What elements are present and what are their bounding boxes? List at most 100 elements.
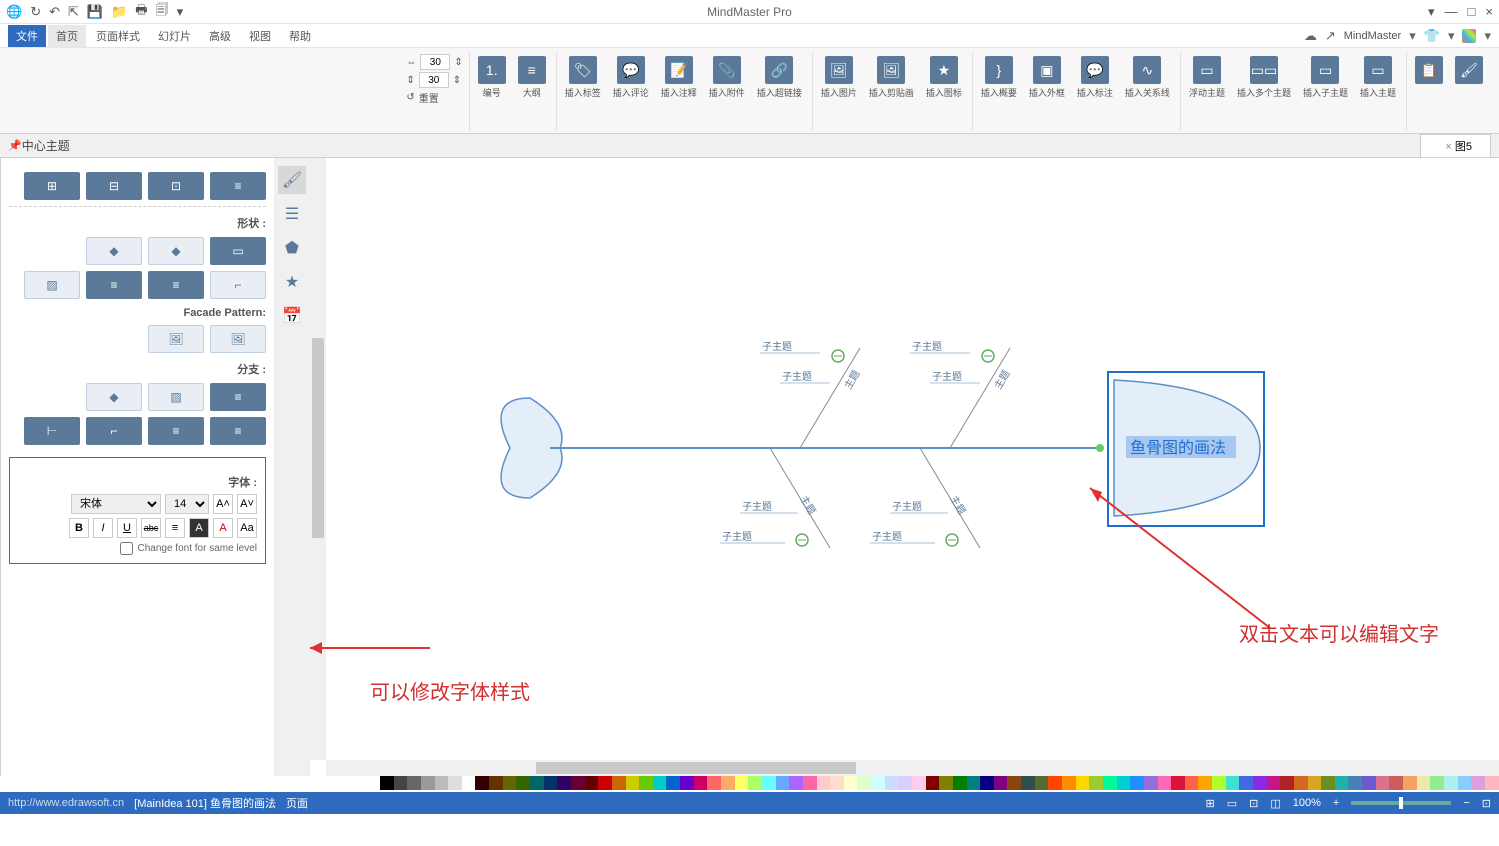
color-swatch[interactable] xyxy=(1089,776,1103,790)
color-swatch[interactable] xyxy=(939,776,953,790)
color-swatch[interactable] xyxy=(1485,776,1499,790)
case-button[interactable]: Aa xyxy=(237,518,257,538)
color-swatch[interactable] xyxy=(830,776,844,790)
color-swatch[interactable] xyxy=(1226,776,1240,790)
branch-opt-7[interactable]: ≡ xyxy=(210,417,266,445)
insert-attachment-button[interactable]: 📎插入附件 xyxy=(705,54,749,101)
color-swatch[interactable] xyxy=(666,776,680,790)
globe-icon[interactable]: 🌐 xyxy=(6,4,22,20)
format-painter-button[interactable]: 🖌 xyxy=(1451,54,1487,86)
insert-note-button[interactable]: 📝插入注释 xyxy=(657,54,701,101)
tab-pagestyle[interactable]: 页面样式 xyxy=(88,25,148,47)
color-swatch[interactable] xyxy=(967,776,981,790)
pin-icon[interactable]: 📌 xyxy=(8,139,22,152)
window-dropdown[interactable]: ▾ xyxy=(1428,4,1435,20)
new-icon[interactable]: 🗐 xyxy=(156,1,169,23)
color-swatch[interactable] xyxy=(912,776,926,790)
cloud-icon[interactable]: ☁ xyxy=(1304,28,1317,44)
color-swatch[interactable] xyxy=(475,776,489,790)
color-swatch[interactable] xyxy=(789,776,803,790)
font-size-select[interactable]: 14 xyxy=(165,494,209,514)
color-swatch[interactable] xyxy=(1253,776,1267,790)
color-swatch[interactable] xyxy=(1076,776,1090,790)
color-swatch[interactable] xyxy=(394,776,408,790)
bold-button[interactable]: B xyxy=(69,518,89,538)
color-swatch[interactable] xyxy=(489,776,503,790)
color-swatch[interactable] xyxy=(1117,776,1131,790)
insert-icon-button[interactable]: ★插入图标 xyxy=(922,54,966,101)
color-swatch[interactable] xyxy=(1430,776,1444,790)
hspacing-input[interactable] xyxy=(420,54,450,70)
color-swatch[interactable] xyxy=(421,776,435,790)
color-swatch[interactable] xyxy=(1335,776,1349,790)
save-icon[interactable]: 💾 xyxy=(87,4,103,20)
color-swatch[interactable] xyxy=(980,776,994,790)
layout-style-4[interactable]: ≡ xyxy=(210,172,266,200)
color-swatch[interactable] xyxy=(1403,776,1417,790)
color-swatch[interactable] xyxy=(885,776,899,790)
insert-clipart-button[interactable]: 🖼插入剪贴画 xyxy=(865,54,918,101)
color-swatch[interactable] xyxy=(1294,776,1308,790)
dropdown-icon[interactable]: ▾ xyxy=(177,4,184,20)
dropdown3-icon[interactable]: ▾ xyxy=(1448,28,1455,44)
underline-button[interactable]: U xyxy=(117,518,137,538)
shape-opt-6[interactable]: ≡ xyxy=(148,271,204,299)
shape-opt-3[interactable]: ▭ xyxy=(210,237,266,265)
insert-hyperlink-button[interactable]: 🔗插入超链接 xyxy=(753,54,806,101)
color-swatch[interactable] xyxy=(1171,776,1185,790)
color-swatch[interactable] xyxy=(844,776,858,790)
color-palette-bar[interactable] xyxy=(0,776,1499,792)
outline-button[interactable]: ≡大纲 xyxy=(514,54,550,101)
status-icon-2[interactable]: ▭ xyxy=(1227,797,1237,810)
font-decrease-button[interactable]: A˅ xyxy=(237,494,257,514)
color-swatch[interactable] xyxy=(1239,776,1253,790)
color-swatch[interactable] xyxy=(871,776,885,790)
strike-button[interactable]: abc xyxy=(141,518,161,538)
facade-opt-1[interactable]: 🖼 xyxy=(148,325,204,353)
color-swatch[interactable] xyxy=(707,776,721,790)
color-swatch[interactable] xyxy=(857,776,871,790)
color-swatch[interactable] xyxy=(994,776,1008,790)
color-swatch[interactable] xyxy=(626,776,640,790)
zoom-slider[interactable] xyxy=(1351,801,1451,805)
layout-style-1[interactable]: ⊞ xyxy=(24,172,80,200)
color-swatch[interactable] xyxy=(571,776,585,790)
color-swatch[interactable] xyxy=(639,776,653,790)
color-swatch[interactable] xyxy=(776,776,790,790)
color-swatch[interactable] xyxy=(1267,776,1281,790)
tab-view[interactable]: 视图 xyxy=(241,25,279,47)
color-swatch[interactable] xyxy=(1348,776,1362,790)
layout-style-2[interactable]: ⊟ xyxy=(86,172,142,200)
status-icon-1[interactable]: ⊞ xyxy=(1206,797,1215,810)
status-url[interactable]: http://www.edrawsoft.cn xyxy=(8,797,124,809)
facade-opt-2[interactable]: 🖼 xyxy=(210,325,266,353)
color-swatch[interactable] xyxy=(1458,776,1472,790)
color-swatch[interactable] xyxy=(598,776,612,790)
status-icon-4[interactable]: ◫ xyxy=(1270,797,1280,810)
print-icon[interactable]: 🖶 xyxy=(135,1,147,23)
color-swatch[interactable] xyxy=(803,776,817,790)
color-swatch[interactable] xyxy=(1185,776,1199,790)
color-swatch[interactable] xyxy=(1048,776,1062,790)
insert-subtopic-button[interactable]: ▭插入子主题 xyxy=(1299,54,1352,101)
float-topic-button[interactable]: ▭浮动主题 xyxy=(1185,54,1229,101)
tab-file[interactable]: 文件 xyxy=(8,25,46,47)
color-swatch[interactable] xyxy=(1035,776,1049,790)
redo-icon[interactable]: ↻ xyxy=(30,4,41,20)
color-swatch[interactable] xyxy=(530,776,544,790)
insert-image-button[interactable]: 🖼插入图片 xyxy=(817,54,861,101)
insert-topic-button[interactable]: ▭插入主题 xyxy=(1356,54,1400,101)
numbering-button[interactable]: 1.编号 xyxy=(474,54,510,101)
color-swatch[interactable] xyxy=(1417,776,1431,790)
shape-opt-4[interactable]: ▨ xyxy=(24,271,80,299)
color-swatch[interactable] xyxy=(407,776,421,790)
insert-summary-button[interactable]: }插入概要 xyxy=(977,54,1021,101)
color-swatch[interactable] xyxy=(926,776,940,790)
branch-opt-3[interactable]: ≡ xyxy=(210,383,266,411)
insert-comment-button[interactable]: 💬插入评论 xyxy=(609,54,653,101)
side-tab-shape-icon[interactable]: ⬟ xyxy=(278,234,306,262)
color-swatch[interactable] xyxy=(1021,776,1035,790)
color-swatch[interactable] xyxy=(380,776,394,790)
insert-callout-button[interactable]: 💬插入标注 xyxy=(1073,54,1117,101)
layout-style-3[interactable]: ⊡ xyxy=(148,172,204,200)
